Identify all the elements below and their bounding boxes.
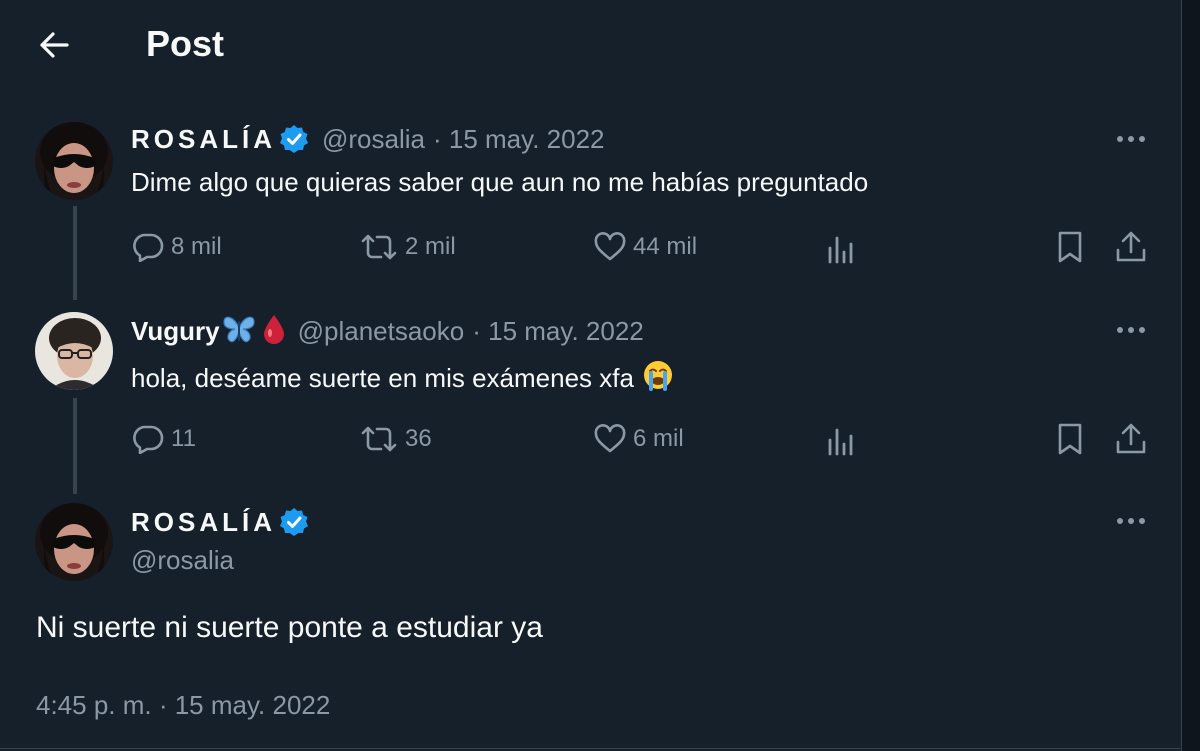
bookmark-button[interactable] [1055,421,1085,457]
handle[interactable]: @planetsaoko [298,316,465,347]
more-horizontal-icon [1117,327,1145,333]
thread-connector [73,398,77,494]
more-horizontal-icon [1117,136,1145,142]
thread-connector [73,206,77,300]
like-button[interactable]: 6 mil [593,421,684,457]
analytics-icon [828,236,853,264]
reply-count: 8 mil [171,233,222,260]
like-count: 44 mil [633,233,698,260]
tweet-header: ROSALÍA [131,504,310,540]
repost-button[interactable]: 36 [359,421,432,457]
repost-icon [361,234,397,260]
avatar[interactable] [35,122,113,200]
bookmark-icon [1058,423,1082,455]
analytics-icon [828,428,853,456]
more-options-button[interactable] [1111,315,1151,345]
post-date[interactable]: · 15 may. 2022 [433,124,605,155]
like-button[interactable]: 44 mil [593,229,697,265]
share-button[interactable] [1114,421,1148,457]
column-border [1181,0,1182,751]
bookmark-button[interactable] [1055,229,1085,265]
post-timestamp[interactable]: 4:45 p. m. · 15 may. 2022 [36,690,330,721]
avatar-vugury-image [35,312,113,390]
avatar-rosalia-image [35,122,113,200]
avatar[interactable] [35,503,113,581]
views-button[interactable] [826,423,856,459]
share-icon [1116,231,1146,262]
tweet-text-row: hola, deséame suerte en mis exámenes xfa [131,359,674,398]
avatar-rosalia-image [35,503,113,581]
divider [0,748,1180,749]
repost-icon [361,426,397,452]
window-edge [1182,0,1200,751]
page-title: Post [146,23,225,64]
tweet-header: Vugury @planetsaoko · 15 may. 2022 [131,313,644,349]
more-options-button[interactable] [1111,124,1151,154]
page-header: Post [0,0,1180,90]
drop-of-blood-emoji [262,313,286,350]
avatar[interactable] [35,312,113,390]
display-name[interactable]: ROSALÍA [131,507,276,538]
heart-icon [594,232,626,261]
butterfly-emoji [222,314,256,349]
share-icon [1116,423,1146,454]
loudly-crying-face-emoji [642,359,674,398]
share-button[interactable] [1114,229,1148,265]
back-button[interactable] [24,20,84,70]
reply-icon [133,425,164,454]
bookmark-icon [1058,231,1082,263]
display-name[interactable]: Vugury [131,316,220,347]
more-horizontal-icon [1117,518,1145,524]
arrow-left-icon [40,32,69,58]
repost-count: 2 mil [405,233,456,260]
verified-badge-icon[interactable] [278,123,310,155]
reply-count: 11 [171,425,196,452]
display-name[interactable]: ROSALÍA [131,124,276,155]
main-tweet-text: Ni suerte ni suerte ponte a estudiar ya [36,611,543,644]
repost-count: 36 [405,425,432,452]
handle[interactable]: @rosalia [322,124,425,155]
like-count: 6 mil [633,425,684,452]
reply-button[interactable]: 8 mil [131,229,222,265]
tweet-text: Dime algo que quieras saber que aun no m… [131,167,869,197]
verified-badge-icon[interactable] [278,506,310,538]
tweet-header: ROSALÍA @rosalia · 15 may. 2022 [131,121,605,157]
more-options-button[interactable] [1111,506,1151,536]
tweet-text: hola, deséame suerte en mis exámenes xfa [131,363,634,393]
heart-icon [594,424,626,453]
views-button[interactable] [826,231,856,267]
reply-button[interactable]: 11 [131,421,196,457]
reply-icon [133,233,164,262]
post-date[interactable]: · 15 may. 2022 [472,316,644,347]
repost-button[interactable]: 2 mil [359,229,456,265]
handle[interactable]: @rosalia [131,545,234,576]
